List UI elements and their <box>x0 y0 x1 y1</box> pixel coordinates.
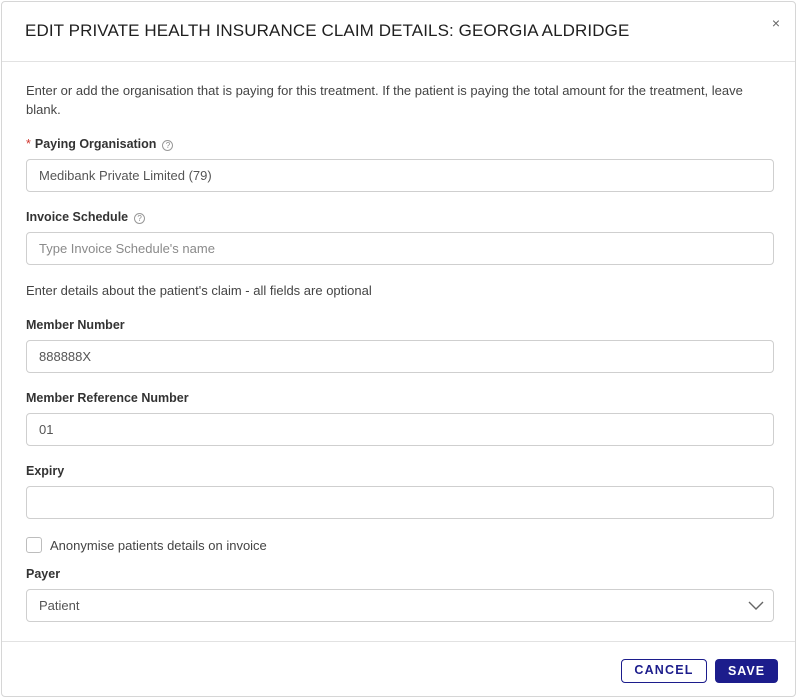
help-circle-icon[interactable]: ? <box>162 140 174 151</box>
member-reference-number-label: Member Reference Number <box>26 391 189 405</box>
payer-label: Payer <box>26 567 61 581</box>
required-marker: * <box>26 137 31 151</box>
paying-organisation-input[interactable]: Medibank Private Limited (79) <box>26 159 774 192</box>
expiry-input[interactable] <box>26 486 774 519</box>
modal-title: EDIT PRIVATE HEALTH INSURANCE CLAIM DETA… <box>25 21 630 40</box>
invoice-schedule-label-text: Invoice Schedule <box>26 210 129 224</box>
member-number-label: Member Number <box>26 318 125 332</box>
help-circle-icon[interactable]: ? <box>134 213 146 224</box>
expiry-label: Expiry <box>26 464 65 478</box>
modal-footer: CANCEL SAVE <box>2 641 795 698</box>
member-reference-number-input[interactable]: 01 <box>26 413 774 446</box>
invoice-schedule-input[interactable]: Type Invoice Schedule's name <box>26 232 774 265</box>
cancel-button[interactable]: CANCEL <box>621 659 707 683</box>
member-number-input[interactable]: 888888X <box>26 340 774 373</box>
edit-claim-modal: EDIT PRIVATE HEALTH INSURANCE CLAIM DETA… <box>1 1 796 697</box>
claim-section-text: Enter details about the patient's claim … <box>26 283 372 298</box>
save-button[interactable]: SAVE <box>715 659 778 683</box>
modal-header: EDIT PRIVATE HEALTH INSURANCE CLAIM DETA… <box>2 2 795 62</box>
intro-text: Enter or add the organisation that is pa… <box>26 83 743 117</box>
chevron-down-icon <box>748 601 764 610</box>
payer-select-value: Patient <box>39 598 80 613</box>
payer-select[interactable]: Patient <box>26 589 774 622</box>
paying-organisation-label: * Paying Organisation? <box>26 137 174 151</box>
paying-organisation-label-text: Paying Organisation <box>34 137 157 151</box>
invoice-schedule-label: Invoice Schedule? <box>26 210 146 224</box>
anonymise-label: Anonymise patients details on invoice <box>50 538 267 553</box>
close-icon[interactable]: × <box>769 16 783 30</box>
anonymise-checkbox[interactable] <box>26 537 42 553</box>
